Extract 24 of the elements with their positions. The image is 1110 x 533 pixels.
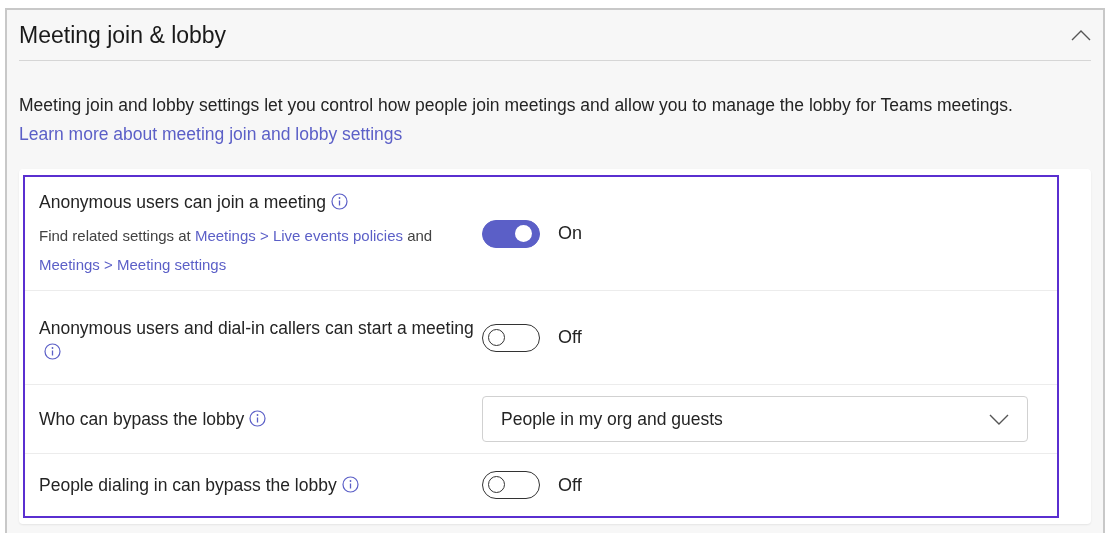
settings-link[interactable]: Meetings > Meeting settings [39,256,227,273]
info-icon[interactable] [44,342,61,360]
section-title: Meeting join & lobby [19,21,227,49]
info-icon[interactable] [341,475,359,493]
note-text: and [407,227,433,244]
toggle-switch[interactable] [482,323,540,352]
toggle-state-label: On [558,223,582,244]
setting-label: People dialing in can bypass the lobby [39,474,337,495]
toggle-state-label: Off [558,474,582,496]
note-text: Find related settings at [39,227,191,244]
section-description: Meeting join and lobby settings let you control how people join meetings and allow you to manage the lobby for Teams meetings. Learn more about meeting join and lobby settings [19,94,1014,146]
chevron-up-icon[interactable] [1071,29,1091,41]
settings-link[interactable]: Meetings > Live events policies [194,227,403,244]
setting-label: Who can bypass the lobby [39,408,245,429]
setting-label: Anonymous users can join a meeting [39,192,326,212]
info-icon[interactable] [330,193,348,210]
setting-label: Anonymous users and dial-in callers can start a meeting [39,317,474,338]
lobby-bypass-dropdown[interactable]: People in my org and guests [482,396,1028,442]
chevron-down-icon[interactable] [989,413,1009,425]
toggle-state-label: Off [558,327,582,348]
toggle-switch[interactable] [482,219,540,248]
info-icon[interactable] [249,409,267,427]
learn-more-link[interactable]: Learn more about meeting join and lobby settings [19,124,403,144]
toggle-switch[interactable] [482,471,540,499]
